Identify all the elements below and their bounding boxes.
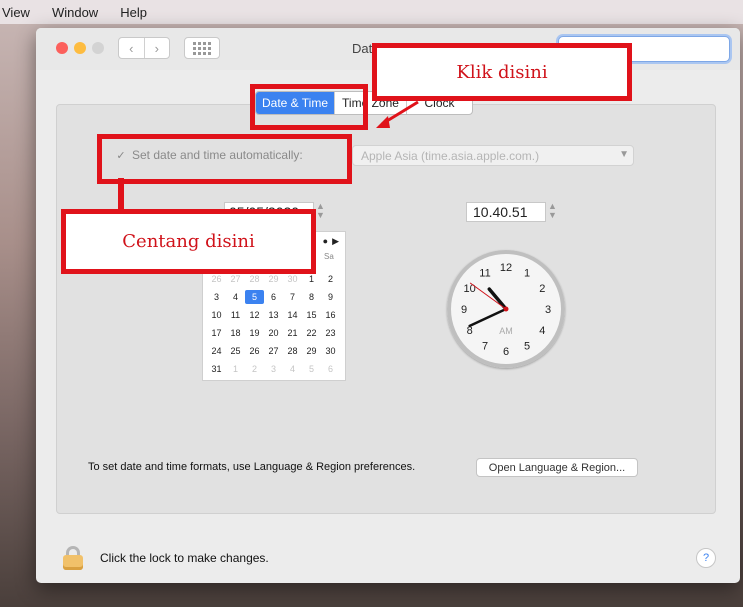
calendar-day[interactable]: 30: [321, 344, 340, 358]
calendar-day[interactable]: 14: [283, 308, 302, 322]
grid-icon: [193, 41, 211, 55]
lock-text: Click the lock to make changes.: [100, 551, 269, 565]
back-icon[interactable]: ‹: [119, 38, 145, 58]
clock-number: 12: [500, 262, 512, 274]
calendar-day[interactable]: 3: [207, 290, 226, 304]
calendar-day[interactable]: 11: [226, 308, 245, 322]
clock-number: 11: [479, 268, 490, 280]
annotation-centang-disini: Centang disini: [61, 209, 316, 274]
menu-help[interactable]: Help: [120, 5, 147, 20]
second-hand: [469, 282, 507, 310]
clock-number: 3: [545, 304, 551, 316]
clock-number: 10: [464, 283, 476, 295]
calendar-day[interactable]: 17: [207, 326, 226, 340]
time-field[interactable]: 10.40.51: [466, 202, 546, 222]
calendar-day[interactable]: 5: [245, 290, 264, 304]
clock-number: 7: [482, 340, 488, 352]
calendar-day[interactable]: 16: [321, 308, 340, 322]
help-button[interactable]: ?: [696, 548, 716, 568]
clock-number: 1: [524, 268, 530, 280]
calendar-day[interactable]: 19: [245, 326, 264, 340]
calendar-day[interactable]: 7: [283, 290, 302, 304]
close-button[interactable]: [56, 42, 68, 54]
calendar-day[interactable]: 21: [283, 326, 302, 340]
annotation-klik-disini: Klik disini: [372, 43, 632, 101]
calendar-day[interactable]: 8: [302, 290, 321, 304]
minute-hand: [468, 307, 508, 328]
weekday-header: Sa: [324, 252, 334, 261]
lock-icon[interactable]: [63, 546, 83, 570]
calendar-day[interactable]: 10: [207, 308, 226, 322]
menu-window[interactable]: Window: [52, 5, 98, 20]
menubar: View Window Help: [0, 0, 743, 24]
clock-number: 2: [539, 283, 545, 295]
calendar-day[interactable]: 6: [264, 290, 283, 304]
calendar-day[interactable]: 18: [226, 326, 245, 340]
calendar-day[interactable]: 15: [302, 308, 321, 322]
clock-face: 12 1234567891011AM: [461, 262, 551, 358]
analog-clock: 12 1 2 3 4 5 6 7 8 9 10 11 AM: [447, 250, 565, 368]
calendar-day[interactable]: 1: [226, 362, 245, 376]
calendar-day[interactable]: 25: [226, 344, 245, 358]
calendar-day[interactable]: 27: [226, 272, 245, 286]
clock-number: 4: [539, 325, 545, 337]
calendar-day[interactable]: 26: [245, 344, 264, 358]
clock-number: 9: [461, 304, 467, 316]
minimize-button[interactable]: [74, 42, 86, 54]
clock-ampm: AM: [499, 326, 513, 336]
chevron-down-icon: ▼: [619, 149, 629, 160]
calendar-day[interactable]: 4: [283, 362, 302, 376]
forward-icon[interactable]: ›: [145, 38, 170, 58]
zoom-button[interactable]: [92, 42, 104, 54]
calendar-day[interactable]: 31: [207, 362, 226, 376]
time-server-select[interactable]: Apple Asia (time.asia.apple.com.) ▼: [352, 145, 634, 166]
time-server-value: Apple Asia (time.asia.apple.com.): [361, 149, 540, 163]
next-month-icon[interactable]: ▶: [332, 236, 339, 247]
format-hint: To set date and time formats, use Langua…: [88, 461, 416, 473]
calendar-day[interactable]: 2: [321, 272, 340, 286]
open-language-region-button[interactable]: Open Language & Region...: [476, 458, 638, 477]
calendar-day[interactable]: 29: [302, 344, 321, 358]
calendar-grid: 26 27 28 29 30 1 2 3 4 5 6 7 8 9 10 11 12 13 14 15 16 17 18 19 2…: [207, 272, 340, 376]
menu-view[interactable]: View: [2, 5, 30, 20]
calendar-day[interactable]: 2: [245, 362, 264, 376]
date-stepper-icon[interactable]: ▲ ▼: [316, 202, 325, 220]
highlight-date-time-tab: [250, 84, 368, 130]
highlight-auto-time: [97, 134, 352, 184]
today-dot-icon[interactable]: ●: [323, 236, 328, 247]
calendar-nav: ● ▶: [323, 236, 339, 247]
calendar-day[interactable]: 30: [283, 272, 302, 286]
calendar-day[interactable]: 28: [283, 344, 302, 358]
calendar-day[interactable]: 29: [264, 272, 283, 286]
arrow-icon: [376, 100, 419, 128]
calendar-day[interactable]: 3: [264, 362, 283, 376]
calendar-day[interactable]: 28: [245, 272, 264, 286]
calendar-day[interactable]: 26: [207, 272, 226, 286]
calendar-day[interactable]: 27: [264, 344, 283, 358]
calendar-day[interactable]: 20: [264, 326, 283, 340]
time-stepper-icon[interactable]: ▲ ▼: [548, 202, 557, 220]
nav-buttons: ‹ ›: [118, 37, 170, 59]
show-all-button[interactable]: [184, 37, 220, 59]
clock-number: 5: [524, 340, 530, 352]
calendar-day[interactable]: 23: [321, 326, 340, 340]
calendar-day[interactable]: 24: [207, 344, 226, 358]
calendar-day[interactable]: 22: [302, 326, 321, 340]
calendar-day[interactable]: 6: [321, 362, 340, 376]
clock-center: [503, 306, 509, 312]
calendar-day[interactable]: 12: [245, 308, 264, 322]
clock-number: 6: [503, 346, 509, 358]
calendar-day[interactable]: 4: [226, 290, 245, 304]
calendar-day[interactable]: 5: [302, 362, 321, 376]
calendar-day[interactable]: 1: [302, 272, 321, 286]
calendar-day[interactable]: 13: [264, 308, 283, 322]
calendar-day[interactable]: 9: [321, 290, 340, 304]
